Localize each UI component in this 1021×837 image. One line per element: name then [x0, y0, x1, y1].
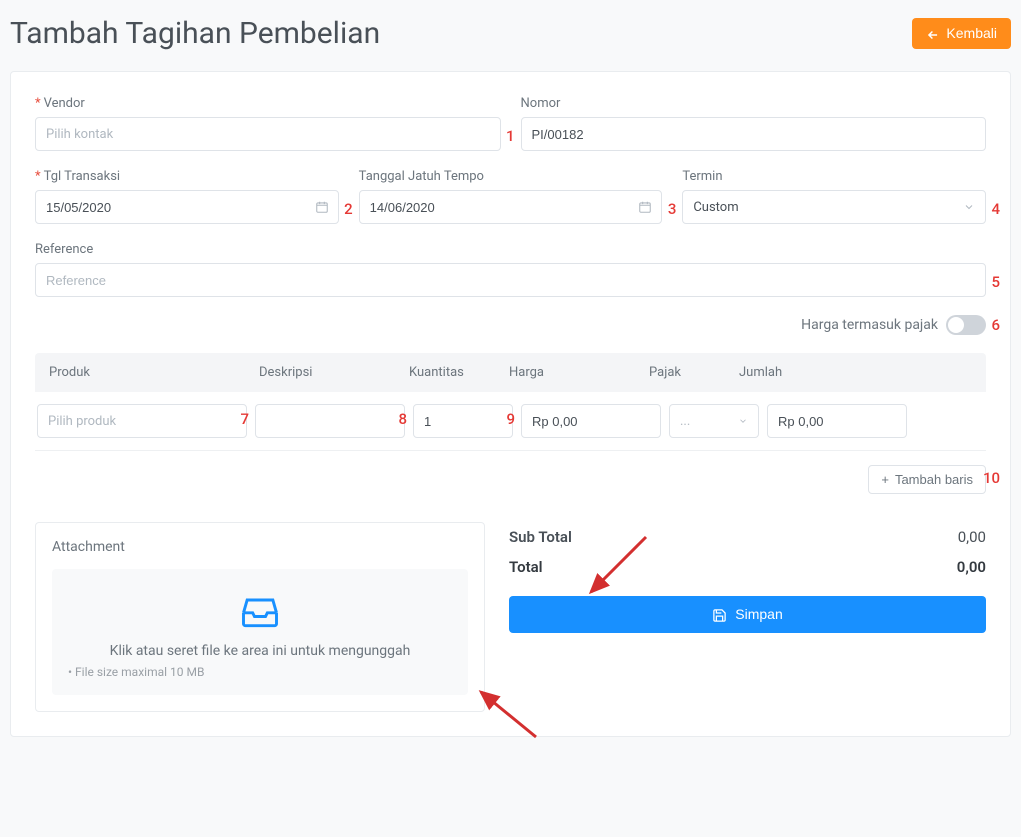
- annotation-5: 5: [991, 273, 1000, 291]
- chevron-down-icon: [963, 200, 975, 215]
- th-deskripsi: Deskripsi: [259, 365, 409, 380]
- harga-pajak-label: Harga termasuk pajak: [801, 317, 938, 333]
- total-label: Total: [509, 558, 543, 576]
- chevron-down-icon: [738, 414, 748, 429]
- jumlah-input[interactable]: [767, 404, 907, 438]
- totals-panel: Sub Total 0,00 Total 0,00 Simpan: [509, 522, 986, 633]
- annotation-8: 8: [398, 410, 407, 428]
- attachment-title: Attachment: [52, 539, 468, 555]
- th-jumlah: Jumlah: [739, 365, 879, 380]
- annotation-10: 10: [983, 469, 1000, 487]
- dropzone-text: Klik atau seret file ke area ini untuk m…: [68, 643, 452, 659]
- add-row-button[interactable]: + Tambah baris: [868, 465, 986, 494]
- deskripsi-input[interactable]: [255, 404, 405, 438]
- annotation-7: 7: [240, 410, 249, 428]
- harga-pajak-toggle[interactable]: [946, 315, 986, 335]
- produk-select[interactable]: Pilih produk: [37, 404, 247, 438]
- reference-label: Reference: [35, 242, 986, 257]
- page-title: Tambah Tagihan Pembelian: [10, 16, 380, 51]
- save-icon: [712, 606, 727, 623]
- annotation-1: 1: [506, 127, 515, 145]
- back-button[interactable]: Kembali: [912, 18, 1011, 48]
- annotation-2: 2: [344, 200, 353, 218]
- arrow-left-icon: [926, 25, 940, 41]
- back-button-label: Kembali: [946, 25, 997, 41]
- total-value: 0,00: [957, 558, 986, 576]
- inbox-icon: [68, 589, 452, 633]
- th-harga: Harga: [509, 365, 649, 380]
- harga-input[interactable]: [521, 404, 661, 438]
- annotation-3: 3: [668, 200, 677, 218]
- subtotal-value: 0,00: [958, 528, 986, 546]
- tgl-transaksi-label: *Tgl Transaksi: [35, 169, 339, 184]
- dropzone-hint: File size maximal 10 MB: [68, 665, 452, 679]
- th-pajak: Pajak: [649, 365, 739, 380]
- line-items-header: Produk Deskripsi Kuantitas Harga Pajak J…: [35, 353, 986, 392]
- line-item-row: Pilih produk 7 8 9 ...: [35, 392, 986, 451]
- termin-select[interactable]: Custom: [682, 190, 986, 224]
- vendor-select[interactable]: Pilih kontak: [35, 117, 501, 151]
- save-button-label: Simpan: [735, 606, 782, 622]
- reference-input[interactable]: [35, 263, 986, 297]
- annotation-4: 4: [991, 200, 1000, 218]
- pajak-select[interactable]: ...: [669, 404, 759, 438]
- th-produk: Produk: [49, 365, 259, 380]
- tgl-transaksi-input[interactable]: [35, 190, 339, 224]
- plus-icon: +: [881, 472, 889, 487]
- subtotal-label: Sub Total: [509, 528, 572, 546]
- nomor-input[interactable]: [521, 117, 987, 151]
- add-row-label: Tambah baris: [895, 472, 973, 487]
- termin-label: Termin: [682, 169, 986, 184]
- annotation-9: 9: [506, 410, 515, 428]
- attachment-card: Attachment Klik atau seret file ke area …: [35, 522, 485, 712]
- attachment-dropzone[interactable]: Klik atau seret file ke area ini untuk m…: [52, 569, 468, 695]
- vendor-label: *Vendor: [35, 96, 501, 111]
- jatuh-tempo-input[interactable]: [359, 190, 663, 224]
- annotation-6: 6: [991, 316, 1000, 334]
- save-button[interactable]: Simpan: [509, 596, 986, 633]
- th-kuantitas: Kuantitas: [409, 365, 509, 380]
- form-card: *Vendor Pilih kontak 1 Nomor *Tgl Transa…: [10, 71, 1011, 737]
- jatuh-tempo-label: Tanggal Jatuh Tempo: [359, 169, 663, 184]
- kuantitas-input[interactable]: [413, 404, 513, 438]
- nomor-label: Nomor: [521, 96, 987, 111]
